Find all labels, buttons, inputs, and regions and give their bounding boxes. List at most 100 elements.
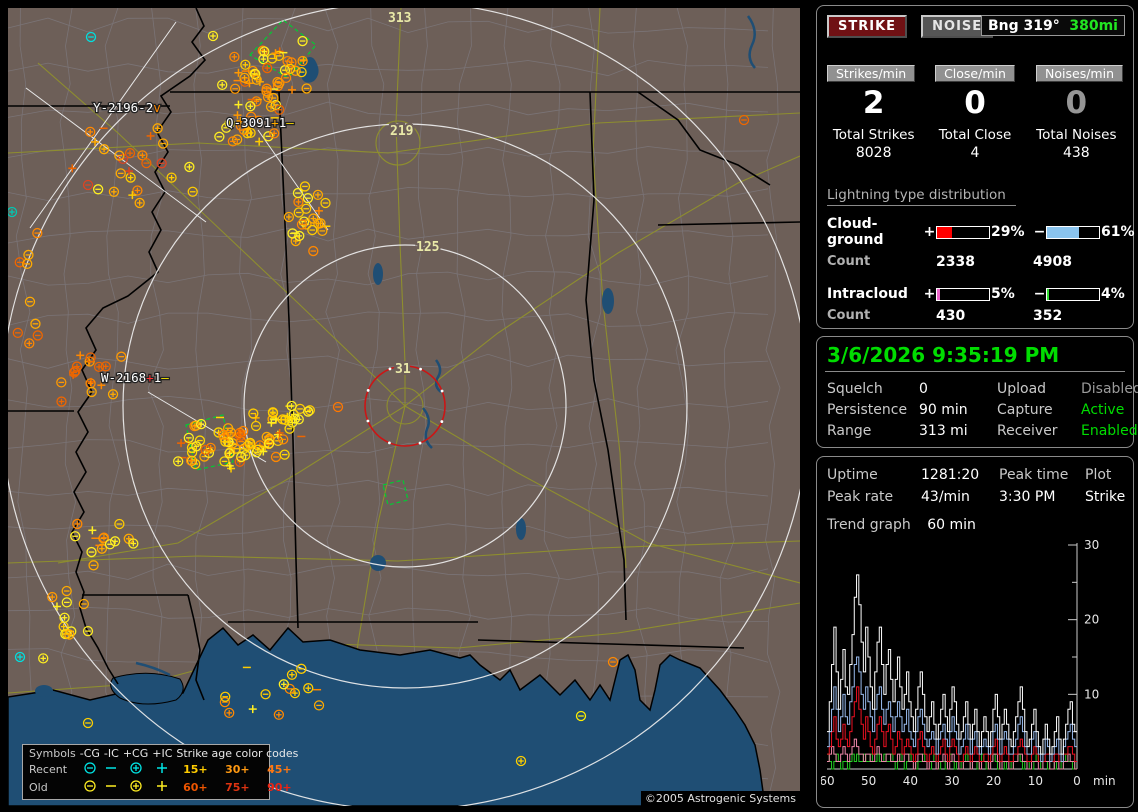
age-code-75: 75+ [216,779,258,797]
age-code-90: 90+ [258,779,300,797]
cg-minus-count: 4908 [1033,254,1123,270]
peak-time-value: 3:30 PM [999,489,1085,505]
upload-status: Disabled [1081,381,1138,397]
svg-text:30: 30 [1084,538,1099,552]
intracloud-count-row: Count 430 352 [827,308,1123,324]
cloud-ground-count-row: Count 2338 4908 [827,254,1123,270]
divider [825,371,1125,372]
copyright-text: ©2005 Astrogenic Systems [641,791,800,806]
age-code-30: 30+ [216,761,258,779]
total-close-label: Total Close [928,127,1021,143]
count-label: Count [827,254,936,270]
plus-sign: + [923,286,936,302]
ic-minus-pct: 4% [1101,286,1138,302]
recent-ic-plus-icon [150,761,174,779]
datetime-display: 3/6/2026 9:35:19 PM [827,343,1123,367]
svg-text:50: 50 [861,774,876,788]
strike-mode-button[interactable]: STRIKE [827,15,907,38]
peak-rate-label: Peak rate [827,489,921,505]
legend-age-header: Strike age color codes [174,747,300,761]
persistence-value: 90 min [919,402,997,418]
storm-cell-label: W-2168+1– [101,370,169,385]
total-strikes-value: 8028 [827,145,920,161]
cg-minus-pct: 61% [1101,224,1138,240]
capture-label: Capture [997,402,1081,418]
cloud-ground-row: Cloud-ground + 29% − 61% [827,216,1123,248]
intracloud-row: Intracloud + 5% − 4% [827,286,1123,302]
legend-old-row: Old 60+ 75+ 90+ [27,779,300,797]
map-canvas: 31321912531Y-2196-2vQ-3091+1–W-2168+1– [8,8,800,806]
total-noises-value: 438 [1030,145,1123,161]
legend-symbols-header: Symbols [27,747,78,761]
range-ring-label: 125 [416,240,439,255]
trend-panel: Uptime 1281:20 Peak time Plot Peak rate … [816,456,1134,808]
noises-per-min-value: 0 [1030,85,1123,121]
range-label: Range [827,423,919,439]
plot-mode-value: Strike [1085,489,1125,505]
peak-rate-value: 43/min [921,489,999,505]
legend-col-ic-minus: -IC [102,747,121,761]
cloud-ground-label: Cloud-ground [827,216,923,248]
old-cg-minus-icon [78,779,102,797]
svg-text:10: 10 [1084,687,1099,701]
strikes-per-min-badge: Strikes/min [827,65,915,82]
total-strikes-label: Total Strikes [827,127,920,143]
cg-plus-pct: 29% [991,224,1033,240]
plus-sign: + [923,224,936,240]
strike-counters-panel: STRIKE NOISE Bng 319° 380mi Strikes/min … [816,5,1134,329]
close-per-min-value: 0 [928,85,1021,121]
legend-col-cg-minus: -CG [78,747,102,761]
plot-label: Plot [1085,467,1125,483]
range-value: 380mi [1069,18,1118,34]
close-per-min-badge: Close/min [935,65,1015,82]
recent-ic-minus-icon [102,761,121,779]
range-ring-label: 313 [388,11,411,26]
map-legend: Symbols -CG -IC +CG +IC Strike age color… [22,744,270,800]
age-code-60: 60+ [174,779,216,797]
receiver-label: Receiver [997,423,1081,439]
noises-per-min-badge: Noises/min [1036,65,1123,82]
minus-sign: − [1033,224,1046,240]
peak-time-label: Peak time [999,467,1085,483]
cg-minus-bar [1046,226,1100,239]
ic-plus-bar [936,288,990,301]
svg-text:min: min [1093,774,1116,788]
upload-label: Upload [997,381,1081,397]
uptime-label: Uptime [827,467,921,483]
legend-old-label: Old [27,779,78,797]
ic-plus-pct: 5% [991,286,1033,302]
old-cg-plus-icon [121,779,150,797]
age-code-45: 45+ [258,761,300,779]
intracloud-label: Intracloud [827,286,923,302]
trend-graph-label: Trend graph [827,517,911,533]
svg-text:10: 10 [1028,774,1043,788]
distribution-title: Lightning type distribution [827,187,1016,206]
lightning-map[interactable]: 31321912531Y-2196-2vQ-3091+1–W-2168+1– S… [8,8,800,806]
range-setting-value: 313 mi [919,423,997,439]
minus-sign: − [1033,286,1046,302]
status-panel: 3/6/2026 9:35:19 PM Squelch 0 Upload Dis… [816,336,1134,448]
range-ring-label: 31 [395,362,411,377]
trend-window-value: 60 min [927,517,976,533]
count-label: Count [827,308,936,324]
total-noises-label: Total Noises [1030,127,1123,143]
svg-text:40: 40 [903,774,918,788]
legend-recent-row: Recent 15+ 30+ 45+ [27,761,300,779]
squelch-value: 0 [919,381,997,397]
bearing-range-display: Bng 319° 380mi [981,15,1125,36]
persistence-label: Persistence [827,402,919,418]
total-close-value: 4 [928,145,1021,161]
storm-cell-label: Q-3091+1– [226,115,294,130]
old-ic-plus-icon [150,779,174,797]
svg-text:20: 20 [1084,613,1099,627]
age-code-15: 15+ [174,761,216,779]
bearing-value: Bng 319° [988,18,1060,34]
range-ring-label: 219 [390,124,413,139]
ic-plus-count: 430 [936,308,1033,324]
recent-cg-plus-icon [121,761,150,779]
cg-plus-bar [936,226,990,239]
receiver-status: Enabled [1081,423,1138,439]
strikes-per-min-value: 2 [827,85,920,121]
svg-text:20: 20 [986,774,1001,788]
svg-text:0: 0 [1073,774,1081,788]
